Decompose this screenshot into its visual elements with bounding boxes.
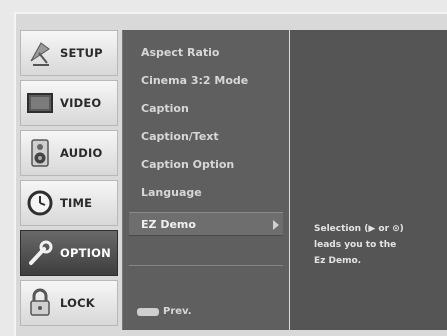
tab-audio[interactable]: AUDIO xyxy=(20,130,118,176)
menu-item-label: Cinema 3:2 Mode xyxy=(141,73,249,87)
tab-video-label: VIDEO xyxy=(60,96,102,110)
tab-time-label: TIME xyxy=(60,196,93,210)
tab-lock-label: LOCK xyxy=(60,296,95,310)
menu-item-label: Caption/Text xyxy=(141,129,219,143)
option-menu: Aspect Ratio Cinema 3:2 Mode Caption Cap… xyxy=(122,30,289,330)
menu-item-label: Aspect Ratio xyxy=(141,45,220,59)
info-line: Selection (▶ or ⊙) xyxy=(314,224,404,234)
info-line: Ez Demo. xyxy=(314,256,362,266)
tab-time[interactable]: TIME xyxy=(20,180,118,226)
tab-video[interactable]: VIDEO xyxy=(20,80,118,126)
tab-audio-label: AUDIO xyxy=(60,146,103,160)
wrench-icon xyxy=(26,238,54,268)
prev-hint-label: Prev. xyxy=(163,306,192,317)
info-panel: Selection (▶ or ⊙) leads you to the Ez D… xyxy=(290,30,447,330)
tab-setup-label: SETUP xyxy=(60,46,103,60)
menu-item-caption-text[interactable]: Caption/Text xyxy=(129,124,283,148)
menu-item-caption-option[interactable]: Caption Option xyxy=(129,152,283,176)
tab-setup[interactable]: SETUP xyxy=(20,30,118,76)
speaker-icon xyxy=(26,138,54,168)
menu-item-label: Language xyxy=(141,185,202,199)
prev-hint: Prev. xyxy=(137,306,192,317)
menu-item-label: Caption xyxy=(141,101,189,115)
clock-icon xyxy=(26,188,54,218)
menu-item-language[interactable]: Language xyxy=(129,180,283,204)
menu-item-caption[interactable]: Caption xyxy=(129,96,283,120)
menu-item-cinema-mode[interactable]: Cinema 3:2 Mode xyxy=(129,68,283,92)
padlock-icon xyxy=(26,288,54,318)
tab-option-label: OPTION xyxy=(60,246,111,260)
tab-option[interactable]: OPTION xyxy=(20,230,118,276)
menu-item-ez-demo[interactable]: EZ Demo xyxy=(129,212,283,236)
menu-item-label: Caption Option xyxy=(141,157,235,171)
menu-item-label: EZ Demo xyxy=(141,217,196,231)
menu-divider xyxy=(129,265,283,266)
menu-item-aspect-ratio[interactable]: Aspect Ratio xyxy=(129,40,283,64)
submenu-arrow-icon xyxy=(273,220,279,230)
info-line: leads you to the xyxy=(314,240,397,250)
sidebar: SETUP VIDEO AUDIO TIME OPTION LOCK xyxy=(20,30,118,330)
info-text: Selection (▶ or ⊙) leads you to the Ez D… xyxy=(314,221,442,269)
tv-screen-icon xyxy=(26,88,54,118)
menu-key-icon xyxy=(137,307,159,316)
satellite-dish-icon xyxy=(26,38,54,68)
tab-lock[interactable]: LOCK xyxy=(20,280,118,326)
